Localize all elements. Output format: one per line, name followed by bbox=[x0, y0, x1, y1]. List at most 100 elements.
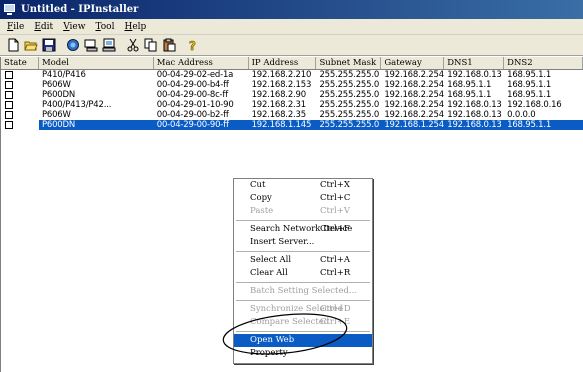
cell-dns1: 168.95.1.1 bbox=[447, 90, 492, 100]
cell-mac: 00-04-29-00-b4-ff bbox=[156, 80, 229, 90]
open-folder-icon[interactable] bbox=[22, 37, 39, 54]
cell-model: P606W bbox=[41, 110, 71, 120]
ctx-compare-selected[interactable]: Compare Selected Ctrl+E bbox=[234, 316, 372, 329]
cell-subnet: 255.255.255.0 bbox=[319, 110, 380, 120]
ctx-cut-label: Cut bbox=[250, 180, 266, 190]
cell-dns2: 168.95.1.1 bbox=[507, 90, 552, 100]
cell-gateway: 192.168.2.254 bbox=[384, 100, 444, 110]
cell-subnet: 255.255.255.0 bbox=[319, 80, 380, 90]
table-row[interactable]: P606W 00-04-29-00-b4-ff 192.168.2.153 25… bbox=[1, 80, 583, 90]
ctx-synchronize-selected[interactable]: Synchronize Selected Ctrl+D bbox=[234, 303, 372, 316]
cell-subnet: 255.255.255.0 bbox=[319, 100, 380, 110]
cell-mac: 00-04-29-00-b2-ff bbox=[156, 110, 229, 120]
row-checkbox[interactable] bbox=[5, 111, 13, 119]
menu-view[interactable]: View bbox=[58, 22, 90, 32]
table-header: State Model Mac Address IP Address Subne… bbox=[1, 57, 583, 70]
cell-dns1: 168.95.1.1 bbox=[447, 80, 492, 90]
ctx-cut[interactable]: Cut Ctrl+X bbox=[234, 179, 372, 192]
ctx-select-all-shortcut: Ctrl+A bbox=[320, 255, 350, 265]
ctx-search-network-device[interactable]: Search Network Device Ctrl+F bbox=[234, 223, 372, 236]
col-header-ip[interactable]: IP Address bbox=[249, 57, 317, 69]
ctx-cut-shortcut: Ctrl+X bbox=[320, 180, 350, 190]
save-icon[interactable] bbox=[40, 37, 57, 54]
ctx-search-shortcut: Ctrl+F bbox=[320, 224, 350, 234]
cell-dns1: 192.168.0.13 bbox=[447, 70, 502, 80]
row-checkbox[interactable] bbox=[5, 81, 13, 89]
ctx-batch-label: Batch Setting Selected... bbox=[250, 286, 358, 296]
cell-subnet: 255.255.255.0 bbox=[316, 120, 382, 130]
cell-ip: 192.168.2.35 bbox=[251, 110, 307, 120]
paste-icon[interactable] bbox=[160, 37, 177, 54]
col-header-subnet[interactable]: Subnet Mask bbox=[316, 57, 382, 69]
cell-dns2: 168.95.1.1 bbox=[507, 80, 552, 90]
col-header-dns1[interactable]: DNS1 bbox=[444, 57, 505, 69]
cell-gateway: 192.168.2.254 bbox=[384, 90, 444, 100]
col-header-gateway[interactable]: Gateway bbox=[381, 57, 445, 69]
ctx-clear-all-shortcut: Ctrl+R bbox=[320, 268, 351, 278]
cell-mac: 00-04-29-02-ed-1a bbox=[156, 70, 234, 80]
cell-ip: 192.168.2.31 bbox=[251, 100, 307, 110]
ctx-clear-all-label: Clear All bbox=[250, 268, 288, 278]
ctx-compare-label: Compare Selected bbox=[250, 317, 330, 327]
col-header-dns2[interactable]: DNS2 bbox=[504, 57, 583, 69]
copy-icon[interactable] bbox=[142, 37, 159, 54]
network-device-2-icon[interactable] bbox=[100, 37, 117, 54]
ctx-compare-shortcut: Ctrl+E bbox=[320, 317, 351, 327]
row-checkbox[interactable] bbox=[5, 91, 13, 99]
table-row[interactable]: P410/P416 00-04-29-02-ed-1a 192.168.2.21… bbox=[1, 70, 583, 80]
help-icon[interactable]: ? bbox=[184, 37, 201, 54]
title-bar[interactable]: Untitled - IPInstaller bbox=[0, 0, 583, 19]
search-network-icon[interactable] bbox=[64, 37, 81, 54]
table-row[interactable]: P600DN 00-04-29-00-8c-ff 192.168.2.90 25… bbox=[1, 90, 583, 100]
col-header-mac[interactable]: Mac Address bbox=[154, 57, 249, 69]
cell-mac: 00-04-29-00-8c-ff bbox=[156, 90, 228, 100]
cell-dns1: 192.168.0.13 bbox=[444, 120, 505, 130]
cut-icon[interactable] bbox=[124, 37, 141, 54]
menu-edit[interactable]: Edit bbox=[29, 22, 58, 32]
menu-file[interactable]: File bbox=[2, 22, 29, 32]
cell-model: P606W bbox=[41, 80, 71, 90]
menu-help[interactable]: Help bbox=[119, 22, 151, 32]
cell-subnet: 255.255.255.0 bbox=[319, 70, 380, 80]
ctx-open-web-label: Open Web bbox=[250, 335, 295, 345]
row-checkbox[interactable] bbox=[5, 121, 13, 129]
new-file-icon[interactable] bbox=[4, 37, 21, 54]
table-row[interactable]: P400/P413/P42... 00-04-29-01-10-90 192.1… bbox=[1, 100, 583, 110]
cell-ip: 192.168.2.90 bbox=[251, 90, 307, 100]
row-checkbox[interactable] bbox=[5, 71, 13, 79]
ctx-insert-server[interactable]: Insert Server... bbox=[234, 236, 372, 249]
cell-dns2: 192.168.0.16 bbox=[507, 100, 562, 110]
cell-gateway: 192.168.2.254 bbox=[384, 70, 444, 80]
col-header-model[interactable]: Model bbox=[39, 57, 154, 69]
ctx-open-web[interactable]: Open Web bbox=[234, 334, 372, 347]
cell-ip: 192.168.1.145 bbox=[248, 120, 317, 130]
window-title: Untitled - IPInstaller bbox=[21, 4, 139, 15]
cell-dns2: 0.0.0.0 bbox=[507, 110, 536, 120]
ctx-paste-shortcut: Ctrl+V bbox=[320, 206, 350, 216]
cell-model: P400/P413/P42... bbox=[41, 100, 112, 110]
ctx-copy-label: Copy bbox=[250, 193, 272, 203]
table-row[interactable]: P606W 00-04-29-00-b2-ff 192.168.2.35 255… bbox=[1, 110, 583, 120]
ctx-property-label: Property bbox=[250, 348, 288, 358]
ctx-batch-setting[interactable]: Batch Setting Selected... bbox=[234, 285, 372, 298]
ctx-copy[interactable]: Copy Ctrl+C bbox=[234, 192, 372, 205]
ctx-paste[interactable]: Paste Ctrl+V bbox=[234, 205, 372, 218]
cell-gateway: 192.168.2.254 bbox=[384, 110, 444, 120]
col-header-state[interactable]: State bbox=[1, 57, 39, 69]
menu-tool[interactable]: Tool bbox=[90, 22, 119, 32]
cell-ip: 192.168.2.210 bbox=[251, 70, 312, 80]
network-device-icon[interactable] bbox=[82, 37, 99, 54]
cell-gateway: 192.168.2.254 bbox=[384, 80, 444, 90]
menu-bar: File Edit View Tool Help bbox=[0, 19, 583, 35]
context-menu: Cut Ctrl+X Copy Ctrl+C Paste Ctrl+V Sear… bbox=[233, 178, 373, 364]
ctx-paste-label: Paste bbox=[250, 206, 274, 216]
ctx-property[interactable]: Property bbox=[234, 347, 372, 360]
svg-text:?: ? bbox=[189, 39, 196, 52]
cell-model: P600DN bbox=[38, 120, 154, 130]
ctx-copy-shortcut: Ctrl+C bbox=[320, 193, 351, 203]
ctx-sync-shortcut: Ctrl+D bbox=[320, 304, 351, 314]
row-checkbox[interactable] bbox=[5, 101, 13, 109]
ctx-clear-all[interactable]: Clear All Ctrl+R bbox=[234, 267, 372, 280]
ctx-select-all[interactable]: Select All Ctrl+A bbox=[234, 254, 372, 267]
table-row-selected[interactable]: P600DN 00-04-29-00-90-ff 192.168.1.145 2… bbox=[1, 120, 583, 130]
